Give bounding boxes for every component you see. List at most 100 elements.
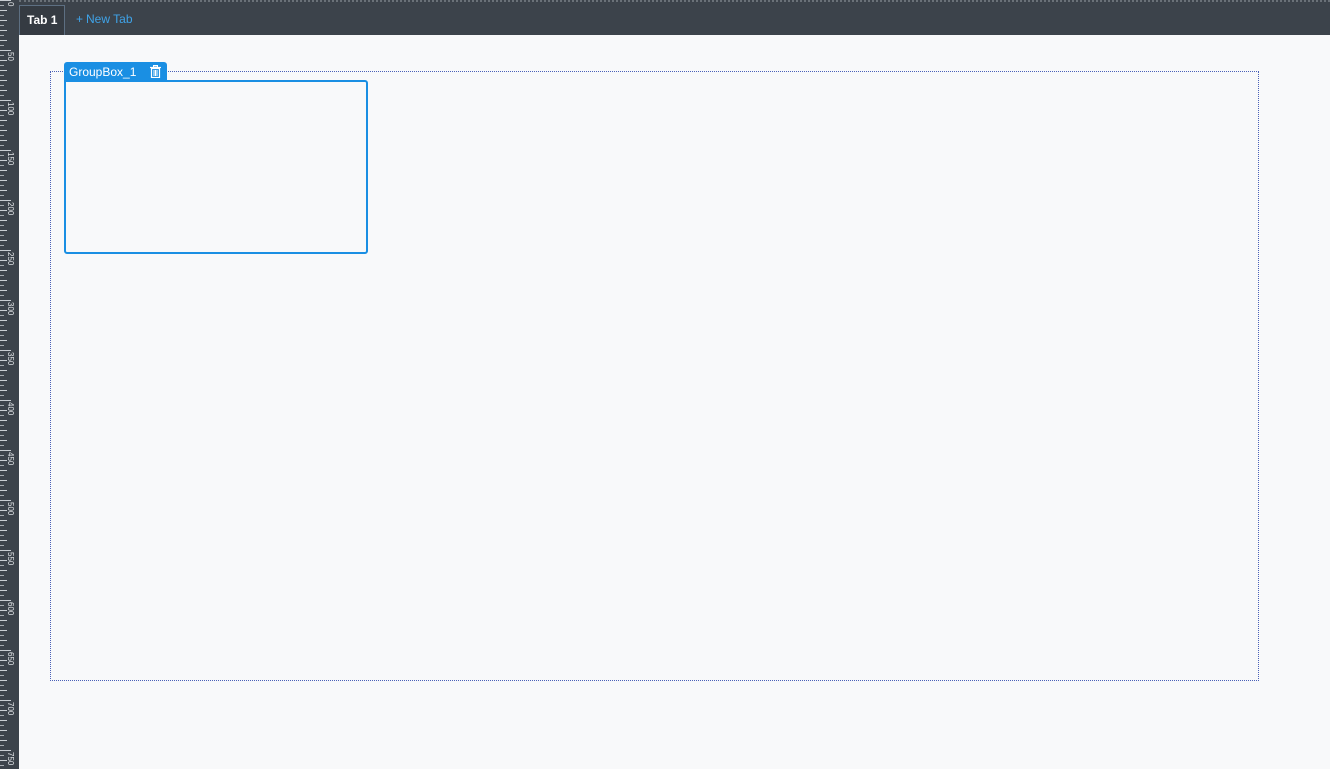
ruler-tick xyxy=(0,625,4,626)
ruler-tick xyxy=(0,580,7,581)
ruler-tick xyxy=(0,365,4,366)
ruler-tick xyxy=(0,390,7,391)
vertical-ruler: 0 50 100 150 200 250 300 350 400 450 500 550 600 650 7… xyxy=(0,0,19,769)
ruler-tick xyxy=(0,540,7,541)
ruler-label: 0 xyxy=(6,2,15,7)
design-canvas[interactable]: GroupBox_1 xyxy=(19,35,1330,769)
ruler-tick xyxy=(0,650,11,651)
ruler-tick xyxy=(0,150,11,151)
ruler-tick xyxy=(0,440,7,441)
ruler-label: 250 xyxy=(6,252,15,266)
ruler-tick xyxy=(0,665,4,666)
ruler-tick xyxy=(0,500,11,501)
ruler-tick xyxy=(0,165,4,166)
ruler-tick xyxy=(0,290,7,291)
ruler-label: 100 xyxy=(6,102,15,116)
ruler-tick xyxy=(0,485,4,486)
ruler-tick xyxy=(0,75,4,76)
ruler-label: 700 xyxy=(6,702,15,716)
ruler-tick xyxy=(0,105,4,106)
ruler-tick xyxy=(0,565,4,566)
ruler-tick xyxy=(0,35,4,36)
ruler-tick xyxy=(0,315,4,316)
ruler-tick xyxy=(0,720,7,721)
ruler-tick xyxy=(0,670,7,671)
ruler-tick xyxy=(0,695,4,696)
ruler-tick xyxy=(0,435,4,436)
groupbox-name: GroupBox_1 xyxy=(69,65,137,79)
ruler-tick xyxy=(0,525,4,526)
ruler-tick xyxy=(0,5,4,6)
ruler-label: 50 xyxy=(6,52,15,61)
ruler-tick xyxy=(0,570,7,571)
ruler-tick xyxy=(0,90,7,91)
ruler-tick xyxy=(0,605,4,606)
ruler-tick xyxy=(0,745,4,746)
ruler-tick xyxy=(0,180,7,181)
ruler-tick xyxy=(0,280,7,281)
ruler-tick xyxy=(0,25,4,26)
ruler-tick xyxy=(0,505,4,506)
ruler-tick xyxy=(0,100,11,101)
ruler-tick xyxy=(0,740,7,741)
ruler-tick xyxy=(0,705,4,706)
ruler-tick xyxy=(0,235,4,236)
ruler-tick xyxy=(0,630,7,631)
ruler-tick xyxy=(0,320,7,321)
ruler-tick xyxy=(0,640,7,641)
ruler-tick xyxy=(0,195,4,196)
trash-icon[interactable] xyxy=(150,65,161,78)
ruler-tick xyxy=(0,375,4,376)
ruler-label: 600 xyxy=(6,602,15,616)
ruler-tick xyxy=(0,220,7,221)
ruler-tick xyxy=(0,145,4,146)
ruler-tick xyxy=(0,635,4,636)
ruler-tick xyxy=(0,590,7,591)
ruler-tick xyxy=(0,190,7,191)
ruler-tick xyxy=(0,50,11,51)
ruler-tick xyxy=(0,20,7,21)
ruler-tick xyxy=(0,285,4,286)
ruler-tick xyxy=(0,240,7,241)
ruler-label: 650 xyxy=(6,652,15,666)
ruler-tick xyxy=(0,120,7,121)
ruler-tick xyxy=(0,230,7,231)
new-tab-button[interactable]: + New Tab xyxy=(69,5,140,35)
ruler-tick xyxy=(0,250,11,251)
ruler-tick xyxy=(0,520,7,521)
ruler-tick xyxy=(0,735,4,736)
ruler-label: 350 xyxy=(6,352,15,366)
new-tab-label: New Tab xyxy=(86,12,133,26)
ruler-tick xyxy=(0,645,4,646)
ruler-label: 750 xyxy=(6,752,15,766)
ruler-tick xyxy=(0,70,7,71)
ruler-tick xyxy=(0,185,4,186)
ruler-tick xyxy=(0,350,11,351)
ruler-tick xyxy=(0,215,4,216)
ruler-tick xyxy=(0,425,4,426)
ruler-label: 400 xyxy=(6,402,15,416)
ruler-tick xyxy=(0,515,4,516)
groupbox-1[interactable] xyxy=(64,80,368,254)
ruler-label: 150 xyxy=(6,152,15,166)
ruler-tick xyxy=(0,255,4,256)
ruler-tick xyxy=(0,690,7,691)
ruler-tick xyxy=(0,45,4,46)
ruler-tick xyxy=(0,300,11,301)
ruler-tick xyxy=(0,450,11,451)
groupbox-label-tab[interactable]: GroupBox_1 xyxy=(64,62,167,81)
ruler-tick xyxy=(0,405,4,406)
ruler-tick xyxy=(0,575,4,576)
ruler-tick xyxy=(0,585,4,586)
ruler-tick xyxy=(0,615,4,616)
tab-1[interactable]: Tab 1 xyxy=(19,5,66,35)
ruler-tick xyxy=(0,750,11,751)
ruler-tick xyxy=(0,125,4,126)
ruler-tick xyxy=(0,135,4,136)
ruler-tick xyxy=(0,730,7,731)
ruler-tick xyxy=(0,685,4,686)
ruler-tick xyxy=(0,490,7,491)
ruler-tick xyxy=(0,0,11,1)
ruler-tick xyxy=(0,170,7,171)
ruler-label: 450 xyxy=(6,452,15,466)
